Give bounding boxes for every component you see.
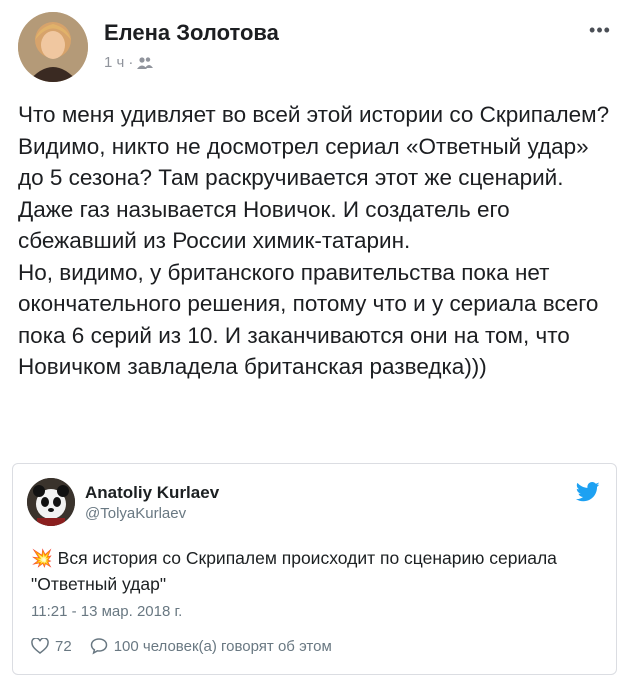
author-avatar[interactable] <box>18 12 88 82</box>
tweet-author-name[interactable]: Anatoliy Kurlaev <box>85 483 219 503</box>
tweet-text: 💥 Вся история со Скрипалем происходит по… <box>31 545 591 597</box>
embedded-tweet[interactable]: Anatoliy Kurlaev @TolyaKurlaev 💥 Вся ист… <box>12 463 617 675</box>
comment-bubble-icon <box>90 638 107 655</box>
heart-icon <box>31 638 49 654</box>
like-count: 72 <box>55 637 72 655</box>
friends-icon <box>137 56 154 70</box>
tweet-actions: 72 100 человек(а) говорят об этом <box>31 637 332 655</box>
replies-link[interactable]: 100 человек(а) говорят об этом <box>90 637 332 655</box>
like-button[interactable]: 72 <box>31 638 72 655</box>
replies-text: 100 человек(а) говорят об этом <box>113 637 332 655</box>
collision-emoji: 💥 <box>31 548 53 568</box>
more-options-button[interactable]: ••• <box>585 20 615 44</box>
post-meta: 1 ч · <box>104 54 154 71</box>
post-text: Что меня удивляет во всей этой истории с… <box>18 102 610 379</box>
tweet-timestamp[interactable]: 11:21 - 13 мар. 2018 г. <box>31 603 182 620</box>
post-time[interactable]: 1 ч <box>104 54 124 71</box>
meta-separator: · <box>128 54 134 71</box>
tweet-author-handle[interactable]: @TolyaKurlaev <box>85 505 186 522</box>
facebook-post-card: Елена Золотова 1 ч · ••• Что меня удивля… <box>0 0 629 682</box>
author-name[interactable]: Елена Золотова <box>104 20 279 46</box>
post-header: Елена Золотова 1 ч · ••• <box>18 12 615 82</box>
tweet-author-avatar[interactable] <box>27 478 75 526</box>
tweet-text-body: Вся история со Скрипалем происходит по с… <box>31 548 557 594</box>
twitter-bird-icon[interactable] <box>575 482 600 502</box>
